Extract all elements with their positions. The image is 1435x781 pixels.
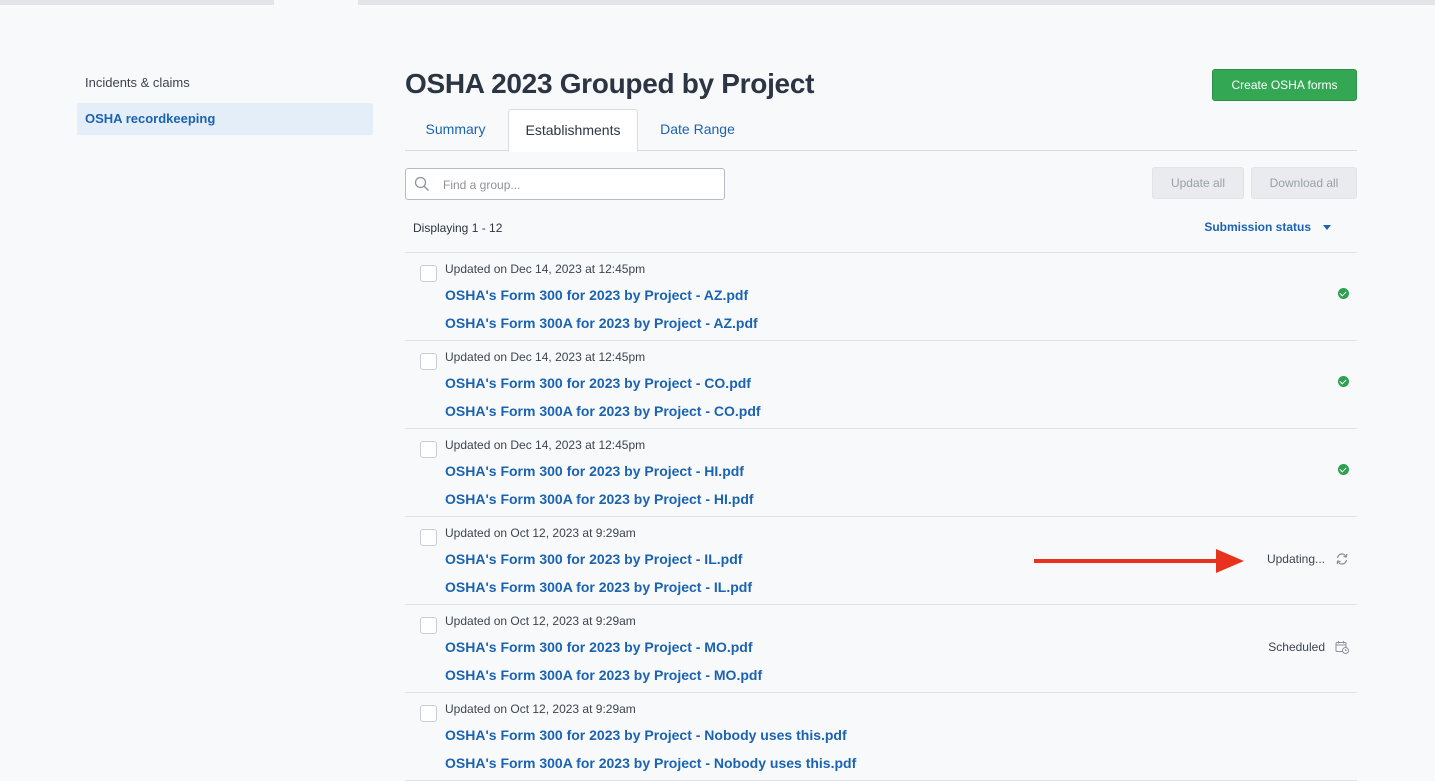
sidebar-item-incidents-claims[interactable]: Incidents & claims xyxy=(77,67,373,99)
row-checkbox[interactable] xyxy=(420,265,437,282)
file-link[interactable]: OSHA's Form 300A for 2023 by Project - H… xyxy=(445,491,754,507)
check-circle-icon xyxy=(1338,464,1349,475)
check-circle-icon xyxy=(1338,376,1349,387)
caret-down-icon xyxy=(1323,225,1331,231)
status-text: Updating... xyxy=(1266,552,1325,566)
file-link[interactable]: OSHA's Form 300 for 2023 by Project - AZ… xyxy=(445,287,748,303)
download-all-button[interactable]: Download all xyxy=(1251,167,1357,199)
file-link[interactable]: OSHA's Form 300 for 2023 by Project - MO… xyxy=(445,639,753,655)
submission-status xyxy=(1338,376,1349,387)
submission-status-sort[interactable]: Submission status xyxy=(1204,220,1331,234)
top-progress-bar xyxy=(0,0,1435,5)
calendar-clock-icon xyxy=(1335,641,1349,654)
updated-timestamp: Updated on Dec 14, 2023 at 12:45pm xyxy=(445,262,646,276)
list-item: Updated on Dec 14, 2023 at 12:45pm OSHA'… xyxy=(405,341,1357,429)
displaying-count: Displaying 1 - 12 xyxy=(413,221,503,235)
page-title: OSHA 2023 Grouped by Project xyxy=(405,68,815,99)
tab-summary[interactable]: Summary xyxy=(405,109,506,150)
search-input[interactable] xyxy=(441,174,715,196)
file-link[interactable]: OSHA's Form 300A for 2023 by Project - A… xyxy=(445,315,758,331)
search-icon xyxy=(414,176,429,191)
create-osha-forms-button[interactable]: Create OSHA forms xyxy=(1212,69,1357,101)
file-link[interactable]: OSHA's Form 300A for 2023 by Project - N… xyxy=(445,755,856,771)
check-circle-icon xyxy=(1338,288,1349,299)
list-item: Updated on Dec 14, 2023 at 12:45pm OSHA'… xyxy=(405,429,1357,517)
top-bar-segment xyxy=(0,0,274,5)
list-item: Updated on Dec 14, 2023 at 12:45pm OSHA'… xyxy=(405,253,1357,341)
file-link[interactable]: OSHA's Form 300 for 2023 by Project - CO… xyxy=(445,375,751,391)
tab-date-range[interactable]: Date Range xyxy=(644,109,751,150)
file-link[interactable]: OSHA's Form 300 for 2023 by Project - IL… xyxy=(445,551,742,567)
file-link[interactable]: OSHA's Form 300A for 2023 by Project - I… xyxy=(445,579,752,595)
updated-timestamp: Updated on Oct 12, 2023 at 9:29am xyxy=(445,614,636,628)
list-item: Updated on Oct 12, 2023 at 9:29am OSHA's… xyxy=(405,693,1357,781)
refresh-icon xyxy=(1336,553,1348,565)
tab-establishments[interactable]: Establishments xyxy=(508,109,638,152)
submission-status: Updating... xyxy=(1267,552,1349,566)
updated-timestamp: Updated on Oct 12, 2023 at 9:29am xyxy=(445,526,636,540)
row-checkbox[interactable] xyxy=(420,529,437,546)
annotation-arrow xyxy=(1034,549,1244,573)
list-item: Updated on Oct 12, 2023 at 9:29am OSHA's… xyxy=(405,605,1357,693)
submission-status: Scheduled xyxy=(1268,640,1349,654)
search-box xyxy=(405,168,725,200)
row-checkbox[interactable] xyxy=(420,705,437,722)
submission-status xyxy=(1338,464,1349,475)
sidebar: Incidents & claims OSHA recordkeeping xyxy=(77,67,373,139)
group-list: Updated on Dec 14, 2023 at 12:45pm OSHA'… xyxy=(405,252,1357,781)
sidebar-item-osha-recordkeeping[interactable]: OSHA recordkeeping xyxy=(77,103,373,135)
update-all-button[interactable]: Update all xyxy=(1152,167,1244,199)
file-link[interactable]: OSHA's Form 300A for 2023 by Project - C… xyxy=(445,403,761,419)
file-link[interactable]: OSHA's Form 300 for 2023 by Project - No… xyxy=(445,727,847,743)
tab-bar: Summary Establishments Date Range xyxy=(405,109,1357,152)
row-checkbox[interactable] xyxy=(420,617,437,634)
updated-timestamp: Updated on Oct 12, 2023 at 9:29am xyxy=(445,702,636,716)
submission-status xyxy=(1338,288,1349,299)
status-text: Scheduled xyxy=(1268,640,1325,654)
row-checkbox[interactable] xyxy=(420,441,437,458)
updated-timestamp: Updated on Dec 14, 2023 at 12:45pm xyxy=(445,350,646,364)
row-checkbox[interactable] xyxy=(420,353,437,370)
file-link[interactable]: OSHA's Form 300A for 2023 by Project - M… xyxy=(445,667,762,683)
file-link[interactable]: OSHA's Form 300 for 2023 by Project - HI… xyxy=(445,463,744,479)
sort-label: Submission status xyxy=(1204,220,1311,234)
top-bar-segment xyxy=(358,0,1435,5)
updated-timestamp: Updated on Dec 14, 2023 at 12:45pm xyxy=(445,438,646,452)
